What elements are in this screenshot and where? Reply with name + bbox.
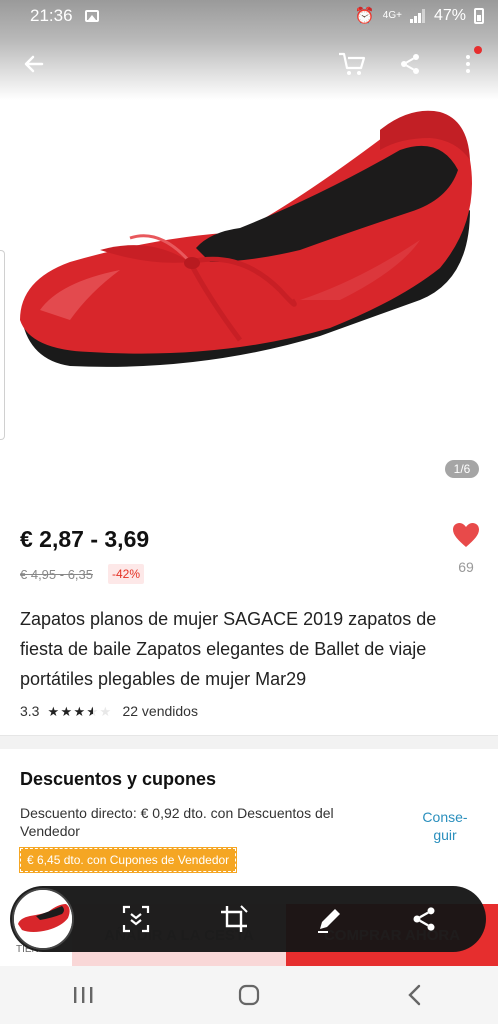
back-nav-button[interactable] [395, 975, 435, 1015]
status-bar: 21:36 ⏰ 4G+ 47% [0, 0, 498, 32]
share-icon [401, 54, 419, 74]
battery-icon [474, 8, 484, 24]
get-coupon-link[interactable]: Conse- guir [412, 808, 478, 844]
network-type: 4G+ [382, 10, 402, 21]
share-screenshot-button[interactable] [408, 903, 440, 935]
battery-percent: 47% [433, 7, 466, 24]
coupons-title: Descuentos y cupones [20, 769, 217, 789]
sold-count: 22 vendidos [122, 703, 198, 719]
signal-icon [409, 9, 425, 23]
notification-dot [474, 46, 482, 54]
section-divider [0, 735, 498, 749]
star-icon: ★ [60, 703, 73, 719]
cart-button[interactable] [334, 46, 370, 82]
rating-stars: ★ ★ ★ ★ ★ [47, 705, 112, 718]
image-counter: 1/6 [445, 460, 479, 478]
side-handle[interactable] [0, 250, 5, 440]
app-header [0, 40, 498, 86]
crop-button[interactable] [218, 903, 250, 935]
discount-badge: -42% [108, 564, 145, 584]
star-icon: ★ [47, 703, 60, 719]
star-half-icon: ★ [86, 705, 99, 718]
star-empty-icon: ★ [99, 703, 112, 719]
recents-button[interactable] [63, 975, 103, 1015]
back-icon [408, 984, 421, 1006]
system-nav-bar [0, 966, 498, 1024]
get-coupon-link-line2: guir [433, 827, 457, 843]
screenshot-toolbar [10, 886, 486, 952]
alarm-icon: ⏰ [354, 8, 375, 25]
more-button[interactable] [450, 46, 486, 82]
back-button[interactable] [16, 46, 52, 82]
shopping-cart-icon [339, 52, 366, 75]
star-icon: ★ [73, 703, 86, 719]
product-title: Zapatos planos de mujer SAGACE 2019 zapa… [20, 609, 437, 689]
more-vertical-icon [466, 55, 470, 73]
rating-value: 3.3 [20, 703, 40, 719]
heart-icon [453, 523, 479, 547]
recents-icon [74, 987, 93, 1003]
scroll-capture-button[interactable] [120, 903, 152, 935]
edit-pen-icon [318, 909, 340, 933]
price-range: € 2,87 - 3,69 [20, 526, 150, 552]
share-icon [413, 907, 435, 931]
direct-discount-text: Descuento directo: € 0,92 dto. con Descu… [20, 805, 334, 839]
status-time: 21:36 [30, 6, 73, 25]
arrow-left-icon [24, 55, 44, 73]
seller-coupon-tag[interactable]: € 6,45 dto. con Cupones de Vendedor [18, 847, 238, 873]
thumbnail-shoe-image [14, 890, 72, 948]
crop-icon [221, 905, 248, 932]
share-button[interactable] [392, 46, 428, 82]
scroll-capture-icon [122, 905, 150, 933]
wishlist-count: 69 [458, 559, 474, 575]
screenshot-thumbnail[interactable] [12, 888, 74, 950]
rating-row[interactable]: 3.3 ★ ★ ★ ★ ★ 22 vendidos [20, 703, 198, 719]
get-coupon-link-line1: Conse- [422, 809, 468, 825]
wishlist-button[interactable]: 69 [448, 522, 484, 575]
edit-button[interactable] [314, 903, 346, 935]
original-price: € 4,95 - 6,35 [20, 567, 93, 582]
home-icon [238, 984, 260, 1006]
home-button[interactable] [229, 975, 269, 1015]
gallery-notification-icon [84, 10, 99, 22]
